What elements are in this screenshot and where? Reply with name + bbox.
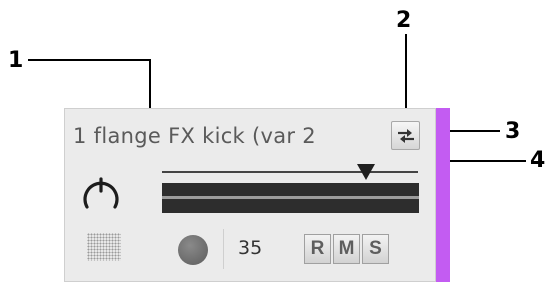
leader-line-3 — [450, 130, 500, 132]
callout-2: 2 — [396, 8, 412, 33]
record-dot-icon[interactable] — [178, 235, 208, 265]
swap-button[interactable] — [391, 121, 420, 150]
swap-arrows-icon — [398, 129, 414, 143]
track-color-strip[interactable] — [436, 108, 450, 282]
level-meter — [162, 183, 419, 213]
callout-3: 3 — [505, 119, 521, 144]
leader-line-1-horizontal — [28, 59, 150, 61]
mute-button[interactable]: M — [333, 234, 360, 264]
track-header-panel[interactable]: 1 flange FX kick (var 2 35 R M S — [64, 108, 436, 282]
callout-4: 4 — [530, 148, 546, 173]
track-name[interactable]: 1 flange FX kick (var 2 — [73, 123, 387, 149]
record-arm-button[interactable]: R — [304, 234, 331, 264]
solo-button[interactable]: S — [362, 234, 389, 264]
divider — [223, 229, 224, 269]
volume-fader-thumb-icon[interactable] — [356, 163, 376, 181]
volume-fader-track[interactable] — [162, 171, 418, 173]
track-number: 35 — [238, 237, 263, 259]
drag-grip-icon[interactable] — [87, 233, 121, 261]
callout-1: 1 — [8, 48, 24, 73]
pan-knob-icon[interactable] — [79, 173, 123, 211]
meter-channel-divider — [162, 196, 419, 199]
